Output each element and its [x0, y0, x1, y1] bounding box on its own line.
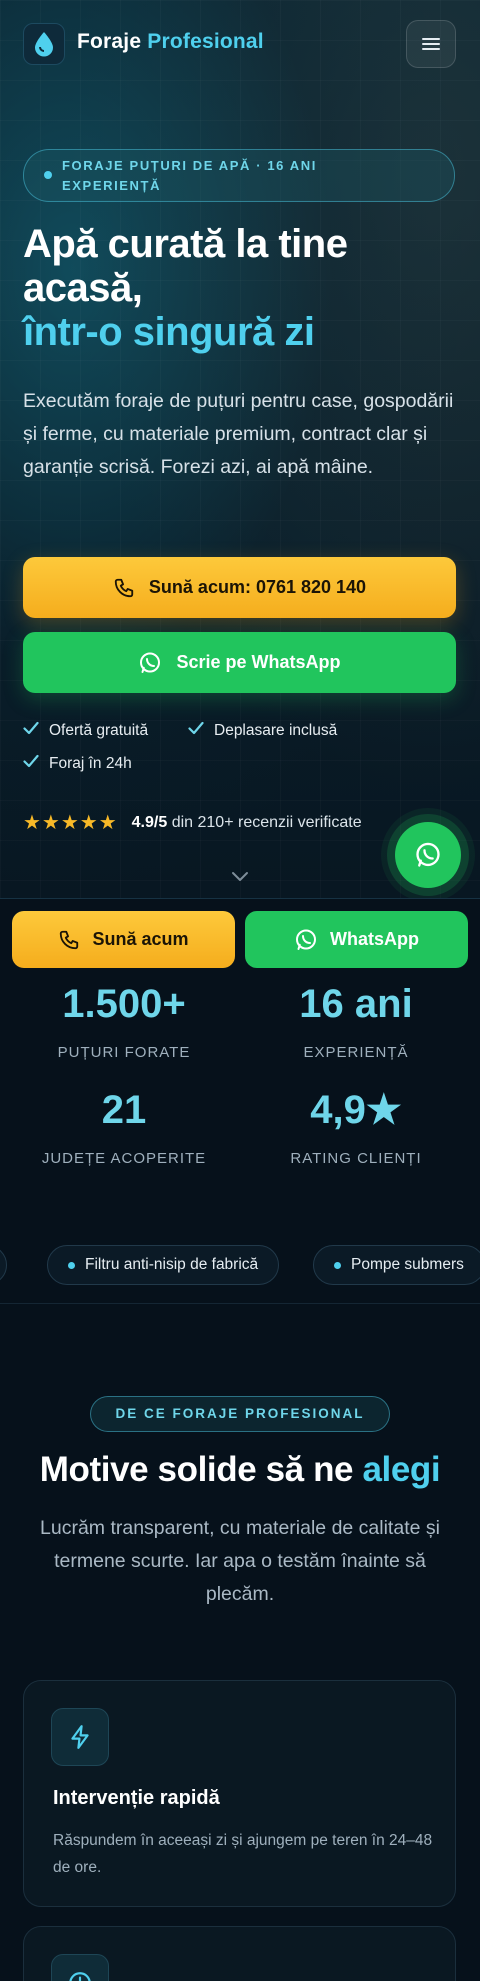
pill-dot	[68, 1261, 75, 1269]
pill-dot	[334, 1261, 341, 1269]
menu-button[interactable]	[406, 20, 456, 68]
section-title: Motive solide să ne alegi	[0, 1448, 480, 1492]
ticker-pill: r	[0, 1245, 8, 1285]
check-label: Ofertă gratuită	[49, 721, 149, 739]
check-label: Foraj în 24h	[49, 754, 132, 772]
ticker-pill-label: Pompe submers	[351, 1256, 464, 1273]
brand-name-part2: Profesional	[147, 30, 264, 53]
hero-section: Foraje Profesional FORAJE PUȚURI DE APĂ …	[0, 0, 480, 898]
stat-item: 21 JUDEȚE ACOPERITE	[4, 1086, 244, 1167]
stat-label: EXPERIENȚĂ	[303, 1044, 409, 1061]
whatsapp-label: Scrie pe WhatsApp	[176, 652, 341, 672]
whatsapp-button[interactable]: Scrie pe WhatsApp	[23, 632, 456, 693]
check-icon	[188, 721, 204, 740]
phone-icon	[60, 930, 79, 949]
feature-card: Intervenție rapidă Răspundem în aceeași …	[23, 1680, 456, 1907]
rating-text: din 210+ recenzii verificate	[171, 813, 362, 831]
hero-title-line3: într-o singură zi	[23, 310, 315, 354]
hero-badge-line2: EXPERIENȚĂ	[62, 178, 162, 193]
hamburger-icon	[422, 38, 440, 50]
rating-value: 4.9/5	[131, 813, 168, 831]
check-icon	[23, 754, 39, 773]
hero-badge-line1: FORAJE PUȚURI DE APĂ · 16 ANI	[62, 158, 317, 173]
hero-title-line1: Apă curată la tine	[23, 222, 348, 266]
section-lead: Lucrăm transparent, cu materiale de cali…	[40, 1517, 440, 1605]
hero-title: Apă curată la tine acasă, într-o singură…	[23, 222, 463, 354]
rating-summary: 4.9/5 din 210+ recenzii verificate	[132, 814, 362, 832]
stat-item: 4,9★ RATING CLIENȚI	[236, 1086, 476, 1167]
section-badge: DE CE FORAJE PROFESIONAL	[90, 1396, 390, 1432]
feature-card	[23, 1926, 456, 1981]
card-text: Răspundem în aceeași zi și ajungem pe te…	[53, 1832, 433, 1876]
clock-icon	[51, 1954, 109, 1981]
stats-section: 1.500+ PUȚURI FORATE 16 ani EXPERIENȚĂ 2…	[0, 976, 480, 1226]
stat-value: 16 ani	[299, 982, 413, 1026]
section-title-accent: alegi	[362, 1450, 441, 1489]
sticky-call-label: Sună acum	[92, 929, 189, 949]
sticky-action-bar: Sună acum WhatsApp	[0, 898, 480, 976]
floating-whatsapp-button[interactable]	[395, 822, 461, 888]
badge-dot	[44, 171, 52, 179]
hero-lead: Executăm foraje de puțuri pentru case, g…	[23, 390, 454, 478]
phone-icon	[114, 578, 134, 597]
check-item: Foraj în 24h	[23, 754, 132, 773]
whatsapp-icon	[140, 652, 161, 673]
sticky-whatsapp-button[interactable]: WhatsApp	[245, 911, 468, 968]
check-label: Deplasare inclusă	[214, 721, 338, 739]
lightning-icon	[51, 1708, 109, 1766]
brand-name[interactable]: Foraje Profesional	[77, 30, 264, 54]
rating-row: ★★★★★ 4.9/5 din 210+ recenzii verificate	[23, 810, 362, 835]
site-header: Foraje Profesional	[0, 0, 480, 88]
sticky-call-button[interactable]: Sună acum	[12, 911, 235, 968]
hero-badge: FORAJE PUȚURI DE APĂ · 16 ANI EXPERIENȚĂ	[23, 149, 455, 202]
check-item: Deplasare inclusă	[188, 721, 337, 740]
ticker-pill: Filtru anti-nisip de fabrică	[47, 1245, 280, 1285]
ticker-pill: Pompe submers	[313, 1245, 480, 1285]
stat-value: 4,9★	[310, 1088, 402, 1132]
call-now-button[interactable]: Sună acum: 0761 820 140	[23, 557, 456, 618]
stat-item: 1.500+ PUȚURI FORATE	[4, 980, 244, 1061]
check-item: Ofertă gratuită	[23, 721, 148, 740]
sticky-whatsapp-label: WhatsApp	[330, 929, 419, 949]
stat-value: 1.500+	[62, 982, 186, 1026]
check-icon	[23, 721, 39, 740]
chevron-down-icon[interactable]	[230, 868, 250, 887]
brand-name-part1: Foraje	[77, 30, 142, 53]
stat-label: RATING CLIENȚI	[290, 1150, 422, 1167]
hero-title-line2: acasă,	[23, 266, 143, 310]
rating-stars: ★★★★★	[23, 812, 118, 834]
whatsapp-icon	[416, 842, 440, 867]
features-ticker: r Filtru anti-nisip de fabrică Pompe sub…	[0, 1226, 480, 1304]
call-now-label: Sună acum: 0761 820 140	[148, 577, 367, 597]
stat-label: JUDEȚE ACOPERITE	[41, 1150, 207, 1167]
stat-value: 21	[101, 1088, 147, 1132]
ticker-pill-label: Filtru anti-nisip de fabrică	[85, 1256, 259, 1273]
stat-label: PUȚURI FORATE	[57, 1044, 191, 1061]
water-drop-icon[interactable]	[23, 23, 65, 65]
card-title: Intervenție rapidă	[53, 1787, 220, 1809]
whatsapp-icon	[296, 929, 316, 950]
stat-item: 16 ani EXPERIENȚĂ	[236, 980, 476, 1061]
section-title-text: Motive solide să ne	[39, 1450, 354, 1489]
